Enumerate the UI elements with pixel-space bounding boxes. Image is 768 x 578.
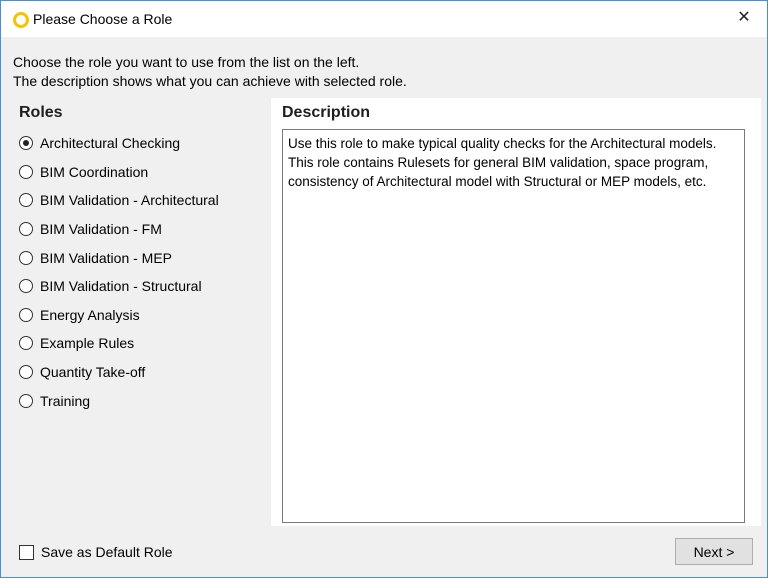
role-label: BIM Validation - MEP [40, 249, 173, 266]
role-option-architectural-checking[interactable]: Architectural Checking [19, 129, 219, 158]
next-button[interactable]: Next > [675, 538, 753, 565]
role-label: Example Rules [40, 335, 135, 352]
role-label: BIM Validation - Architectural [40, 192, 219, 209]
radio-button[interactable] [19, 365, 33, 380]
role-label: Architectural Checking [40, 135, 181, 152]
radio-button[interactable] [19, 250, 33, 265]
role-option-bim-validation-fm[interactable]: BIM Validation - FM [19, 215, 219, 244]
title-bar: Please Choose a Role ✕ [1, 1, 767, 37]
role-label: Quantity Take-off [40, 364, 146, 381]
app-ring-icon [13, 12, 29, 28]
role-option-bim-validation-architectural[interactable]: BIM Validation - Architectural [19, 186, 219, 215]
role-option-energy-analysis[interactable]: Energy Analysis [19, 301, 219, 330]
save-default-role-checkbox[interactable] [19, 544, 34, 560]
roles-list: Architectural Checking BIM Coordination … [19, 129, 219, 415]
role-option-bim-coordination[interactable]: BIM Coordination [19, 158, 219, 187]
role-label: BIM Validation - FM [40, 221, 162, 238]
radio-button[interactable] [19, 164, 33, 179]
role-option-training[interactable]: Training [19, 386, 219, 415]
description-textbox[interactable]: Use this role to make typical quality ch… [282, 129, 745, 523]
description-heading: Description [282, 104, 371, 121]
radio-button[interactable] [19, 136, 33, 151]
dialog-window: Please Choose a Role ✕ Choose the role y… [0, 0, 768, 578]
role-option-quantity-take-off[interactable]: Quantity Take-off [19, 358, 219, 387]
intro-line-1: Choose the role you want to use from the… [13, 54, 360, 70]
save-default-role-option[interactable]: Save as Default Role [19, 544, 173, 560]
roles-heading: Roles [19, 104, 63, 121]
window-title: Please Choose a Role [33, 11, 173, 27]
role-label: Training [40, 392, 91, 409]
role-option-bim-validation-structural[interactable]: BIM Validation - Structural [19, 272, 219, 301]
role-option-example-rules[interactable]: Example Rules [19, 329, 219, 358]
radio-button[interactable] [19, 222, 33, 237]
role-label: Energy Analysis [40, 306, 140, 323]
description-panel: Description Use this role to make typica… [271, 98, 761, 526]
intro-line-2: The description shows what you can achie… [13, 73, 407, 89]
radio-button[interactable] [19, 193, 33, 208]
role-label: BIM Coordination [40, 163, 149, 180]
close-button[interactable]: ✕ [721, 1, 767, 37]
role-label: BIM Validation - Structural [40, 278, 202, 295]
save-default-role-label: Save as Default Role [41, 544, 173, 560]
radio-button[interactable] [19, 336, 33, 351]
radio-button[interactable] [19, 393, 33, 408]
intro-text: Choose the role you want to use from the… [13, 53, 407, 91]
radio-button[interactable] [19, 279, 33, 294]
radio-button[interactable] [19, 307, 33, 322]
role-option-bim-validation-mep[interactable]: BIM Validation - MEP [19, 243, 219, 272]
